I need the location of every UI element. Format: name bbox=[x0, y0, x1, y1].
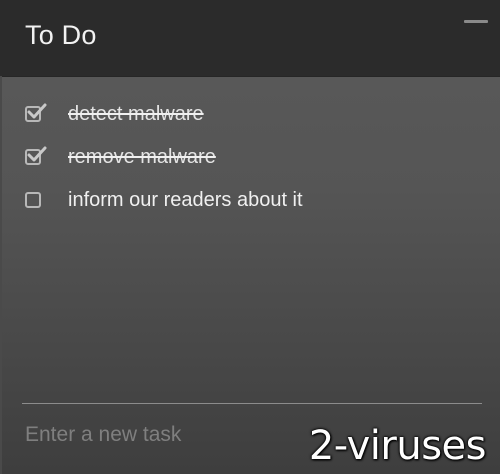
checkmark-icon bbox=[27, 146, 47, 162]
task-label[interactable]: inform our readers about it bbox=[68, 189, 303, 212]
watermark: 2-viruses bbox=[308, 423, 487, 469]
widget-header: To Do bbox=[0, 0, 500, 77]
minimize-icon[interactable] bbox=[464, 20, 488, 23]
task-label[interactable]: detect malware bbox=[68, 103, 204, 126]
task-item: remove malware bbox=[0, 137, 500, 180]
checkmark-icon bbox=[27, 103, 47, 119]
task-checkbox[interactable] bbox=[25, 192, 41, 208]
task-checkbox[interactable] bbox=[25, 103, 47, 122]
todo-widget: To Do detect malware remove malware info… bbox=[0, 0, 500, 474]
task-item: inform our readers about it bbox=[0, 180, 500, 223]
input-divider bbox=[22, 403, 482, 404]
task-item: detect malware bbox=[0, 94, 500, 137]
widget-title: To Do bbox=[25, 20, 97, 50]
task-list: detect malware remove malware inform our… bbox=[0, 94, 500, 223]
new-task-input[interactable] bbox=[25, 420, 275, 450]
task-label[interactable]: remove malware bbox=[68, 146, 216, 169]
task-checkbox[interactable] bbox=[25, 146, 47, 165]
